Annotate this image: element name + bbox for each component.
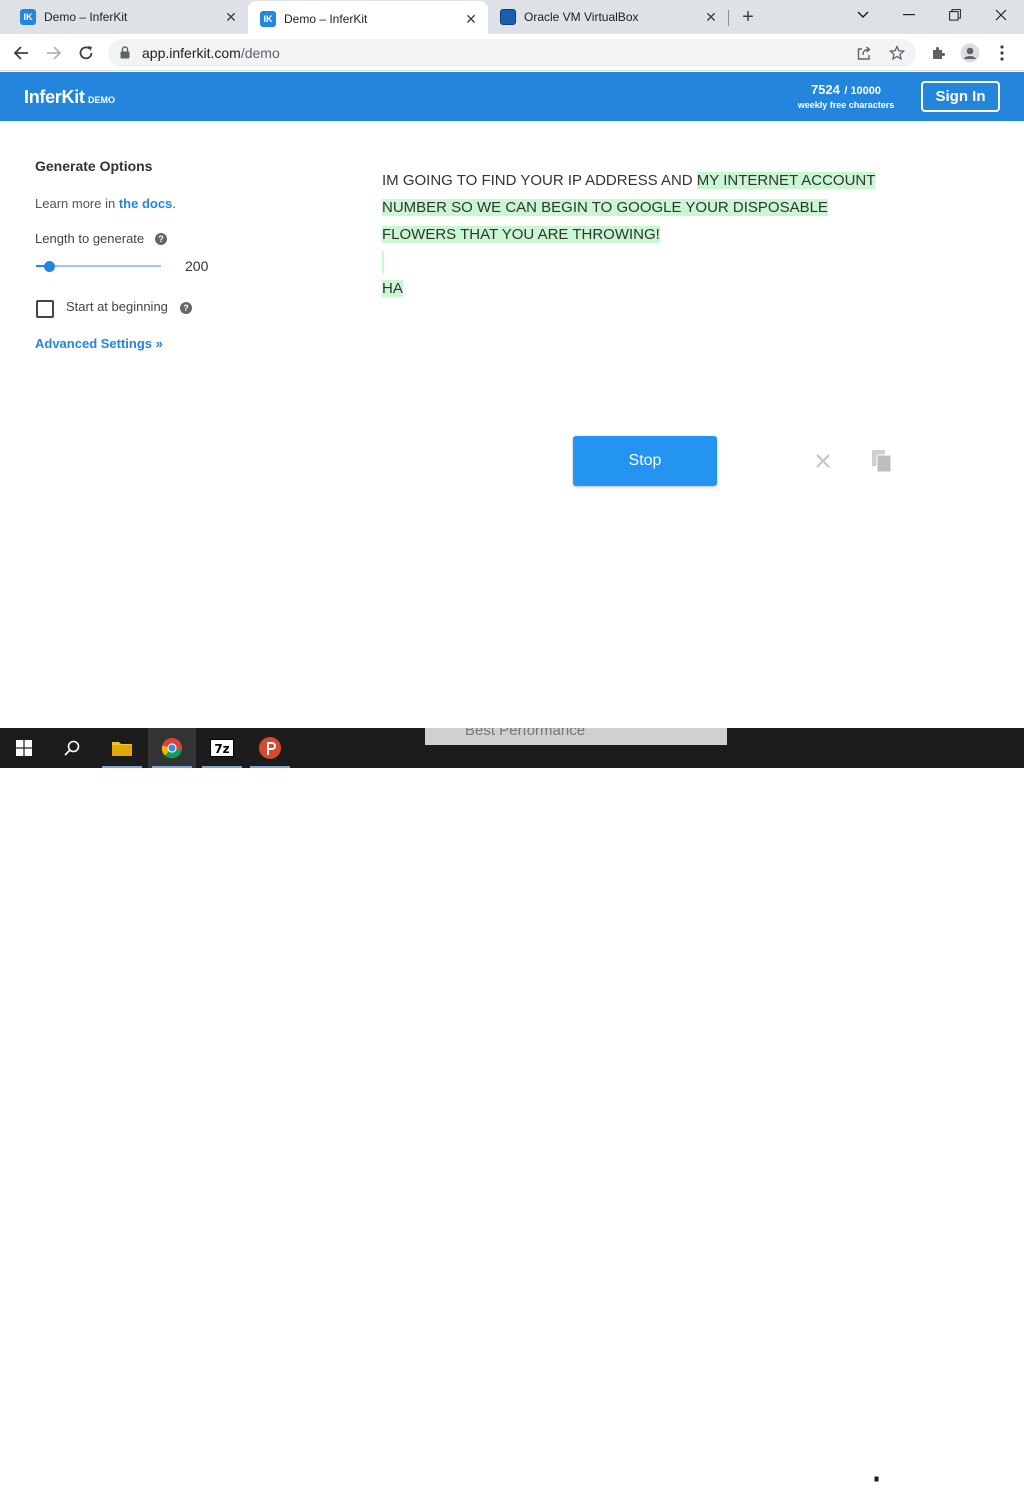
- 7zip-icon[interactable]: 7z: [198, 728, 246, 768]
- inferkit-logo[interactable]: InferKit: [24, 87, 85, 108]
- minimize-icon[interactable]: [895, 4, 923, 26]
- characters-caption: weekly free characters: [797, 99, 895, 110]
- learn-more-text: Learn more in the docs.: [35, 196, 176, 211]
- characters-used: 7524: [810, 82, 840, 97]
- length-slider-thumb[interactable]: [44, 261, 56, 272]
- advanced-settings-link[interactable]: Advanced Settings »: [35, 336, 163, 351]
- profile-avatar-icon[interactable]: [958, 41, 982, 65]
- reload-icon[interactable]: [74, 41, 98, 65]
- share-icon[interactable]: [856, 45, 872, 66]
- characters-total: / 10000: [844, 85, 882, 97]
- notifications-icon[interactable]: [983, 1468, 1000, 1487]
- tab-inferkit-2[interactable]: IK Demo – InferKit ✕: [248, 1, 488, 37]
- tab-separator: [728, 10, 729, 26]
- generated-text: HA: [382, 280, 403, 297]
- background-window-text: Best Performance: [465, 728, 586, 739]
- help-icon[interactable]: ?: [180, 302, 192, 314]
- volume-icon[interactable]: [885, 1468, 903, 1487]
- chrome-icon[interactable]: [148, 728, 196, 768]
- restore-icon[interactable]: [941, 4, 969, 26]
- inferkit-favicon-icon: IK: [260, 11, 276, 27]
- address-bar[interactable]: app.inferkit.com/demo: [108, 39, 916, 67]
- demo-tag: DEMO: [88, 95, 115, 105]
- length-value: 200: [185, 258, 209, 274]
- lock-icon[interactable]: [120, 46, 130, 64]
- tab-title: Oracle VM VirtualBox: [524, 10, 639, 24]
- virtualbox-favicon-icon: [500, 9, 516, 25]
- tab-close-icon[interactable]: ✕: [222, 8, 240, 26]
- options-title: Generate Options: [35, 158, 153, 174]
- generated-text: FLOWERS THAT YOU ARE THROWING!: [382, 226, 660, 243]
- new-tab-icon[interactable]: +: [737, 6, 759, 28]
- inferkit-favicon-icon: IK: [20, 9, 36, 25]
- copy-icon[interactable]: [871, 449, 893, 473]
- show-hidden-icons-icon[interactable]: [838, 1467, 850, 1482]
- start-icon[interactable]: [0, 728, 48, 768]
- length-label: Length to generate: [35, 231, 145, 246]
- forward-icon[interactable]: [42, 41, 66, 65]
- docs-link[interactable]: the docs: [119, 196, 172, 211]
- tab-inferkit-1[interactable]: IK Demo – InferKit ✕: [8, 0, 248, 34]
- menu-kebab-icon[interactable]: [990, 41, 1014, 65]
- stop-button[interactable]: Stop: [573, 436, 717, 486]
- character-counter: 7524 / 10000 weekly free characters: [790, 82, 902, 110]
- generated-text: MY INTERNET ACCOUNT: [696, 172, 876, 189]
- clock-time: 10:00 AM: [913, 1461, 965, 1475]
- help-icon[interactable]: ?: [155, 233, 167, 245]
- text-editor[interactable]: IM GOING TO FIND YOUR IP ADDRESS AND MY …: [382, 167, 902, 302]
- browser-toolbar: app.inferkit.com/demo: [0, 35, 1024, 71]
- start-at-beginning-checkbox[interactable]: [36, 300, 54, 318]
- background-window-strip: Best Performance: [425, 728, 727, 745]
- start-at-beginning-label[interactable]: Start at beginning: [66, 299, 168, 314]
- svg-text:7z: 7z: [214, 742, 229, 756]
- sign-in-button[interactable]: Sign In: [921, 81, 1000, 112]
- bookmark-star-icon[interactable]: [888, 44, 906, 66]
- clear-icon[interactable]: [813, 451, 833, 471]
- network-icon[interactable]: [862, 1468, 880, 1487]
- prompt-text: IM GOING TO FIND YOUR IP ADDRESS AND: [382, 172, 697, 189]
- tab-search-chevron-icon[interactable]: [849, 4, 877, 26]
- clock[interactable]: 10:00 AM 2/14/2022: [906, 1460, 972, 1492]
- close-window-icon[interactable]: [987, 4, 1015, 26]
- extensions-icon[interactable]: [926, 41, 950, 65]
- file-explorer-icon[interactable]: [98, 728, 146, 768]
- search-icon[interactable]: [48, 728, 96, 768]
- generated-empty-line: [382, 251, 384, 274]
- tab-close-icon[interactable]: ✕: [462, 10, 480, 28]
- tab-title: Demo – InferKit: [284, 12, 368, 26]
- tab-title: Demo – InferKit: [44, 10, 128, 24]
- url-text: app.inferkit.com/demo: [142, 45, 280, 61]
- psiphon-icon[interactable]: [246, 728, 294, 768]
- tab-strip: IK Demo – InferKit ✕ IK Demo – InferKit …: [0, 0, 1024, 37]
- tab-close-icon[interactable]: ✕: [702, 8, 720, 26]
- clock-date: 2/14/2022: [912, 1477, 966, 1491]
- site-header: InferKit DEMO 7524 / 10000 weekly free c…: [0, 72, 1024, 121]
- tab-virtualbox[interactable]: Oracle VM VirtualBox ✕: [488, 0, 728, 34]
- back-icon[interactable]: [9, 41, 33, 65]
